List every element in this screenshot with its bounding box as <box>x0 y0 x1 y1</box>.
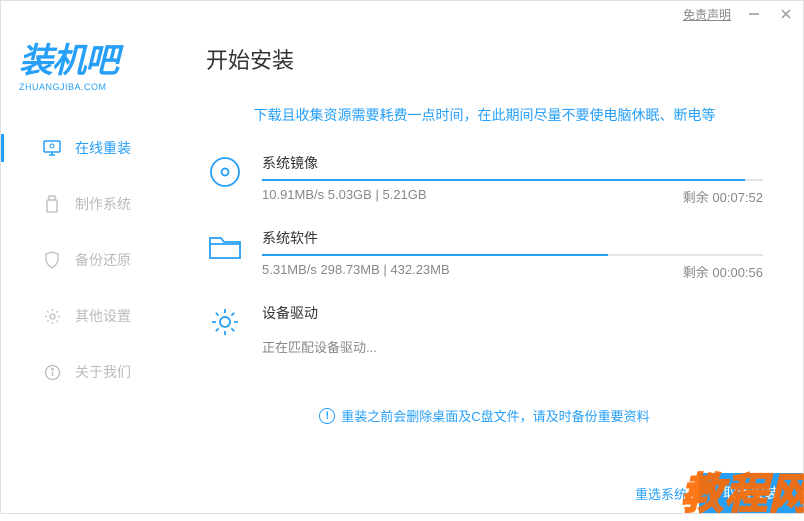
logo: 装机吧 ZHUANGJIBA.COM <box>1 33 176 120</box>
main-content: 开始安装 下载且收集资源需要耗费一点时间，在此期间尽量不要使电脑休眠、断电等 系… <box>176 27 803 513</box>
progress-bar <box>262 179 763 181</box>
info-icon <box>43 363 61 381</box>
monitor-icon <box>43 139 61 157</box>
sidebar-item-label: 关于我们 <box>75 362 131 382</box>
page-title: 开始安装 <box>206 43 763 75</box>
shield-icon <box>43 251 61 269</box>
sidebar-item-label: 制作系统 <box>75 194 131 214</box>
warning-banner: ! 重装之前会删除桌面及C盘文件，请及时备份重要资料 <box>206 406 763 425</box>
alert-icon: ! <box>319 408 335 424</box>
download-title: 系统软件 <box>262 228 763 248</box>
sidebar-item-label: 其他设置 <box>75 306 131 326</box>
download-stats: 5.31MB/s 298.73MB | 432.23MB <box>262 262 450 281</box>
sidebar-item-about[interactable]: 关于我们 <box>1 344 176 400</box>
download-remaining: 剩余 00:00:56 <box>683 262 763 281</box>
download-remaining: 剩余 00:07:52 <box>683 187 763 206</box>
download-item-drivers: 设备驱动 正在匹配设备驱动... <box>206 303 763 356</box>
confirm-button[interactable]: 取消安装 <box>699 473 803 513</box>
gear-icon <box>43 307 61 325</box>
logo-text: 装机吧 <box>19 33 164 82</box>
folder-icon <box>206 228 244 266</box>
sidebar: 装机吧 ZHUANGJIBA.COM 在线重装 制作系统 备份还原 <box>1 27 176 513</box>
progress-bar <box>262 254 763 256</box>
download-title: 系统镜像 <box>262 153 763 173</box>
download-stats: 10.91MB/s 5.03GB | 5.21GB <box>262 187 427 206</box>
sidebar-item-create[interactable]: 制作系统 <box>1 176 176 232</box>
download-item-software: 系统软件 5.31MB/s 298.73MB | 432.23MB 剩余 00:… <box>206 228 763 281</box>
usb-icon <box>43 195 61 213</box>
sidebar-item-backup[interactable]: 备份还原 <box>1 232 176 288</box>
sidebar-item-label: 在线重装 <box>75 138 131 158</box>
sidebar-item-settings[interactable]: 其他设置 <box>1 288 176 344</box>
download-title: 设备驱动 <box>262 303 763 323</box>
warning-text: 重装之前会删除桌面及C盘文件，请及时备份重要资料 <box>341 406 649 425</box>
sidebar-item-reinstall[interactable]: 在线重装 <box>1 120 176 176</box>
gear-icon <box>206 303 244 341</box>
reselect-link[interactable]: 重选系统 <box>635 484 687 503</box>
sidebar-item-label: 备份还原 <box>75 250 131 270</box>
driver-status: 正在匹配设备驱动... <box>262 337 763 356</box>
disc-icon <box>206 153 244 191</box>
minimize-button[interactable] <box>745 5 763 23</box>
notice-text: 下载且收集资源需要耗费一点时间，在此期间尽量不要使电脑休眠、断电等 <box>206 105 763 125</box>
logo-subtext: ZHUANGJIBA.COM <box>19 82 164 92</box>
close-button[interactable] <box>777 5 795 23</box>
disclaimer-link[interactable]: 免责声明 <box>683 6 731 23</box>
download-item-image: 系统镜像 10.91MB/s 5.03GB | 5.21GB 剩余 00:07:… <box>206 153 763 206</box>
